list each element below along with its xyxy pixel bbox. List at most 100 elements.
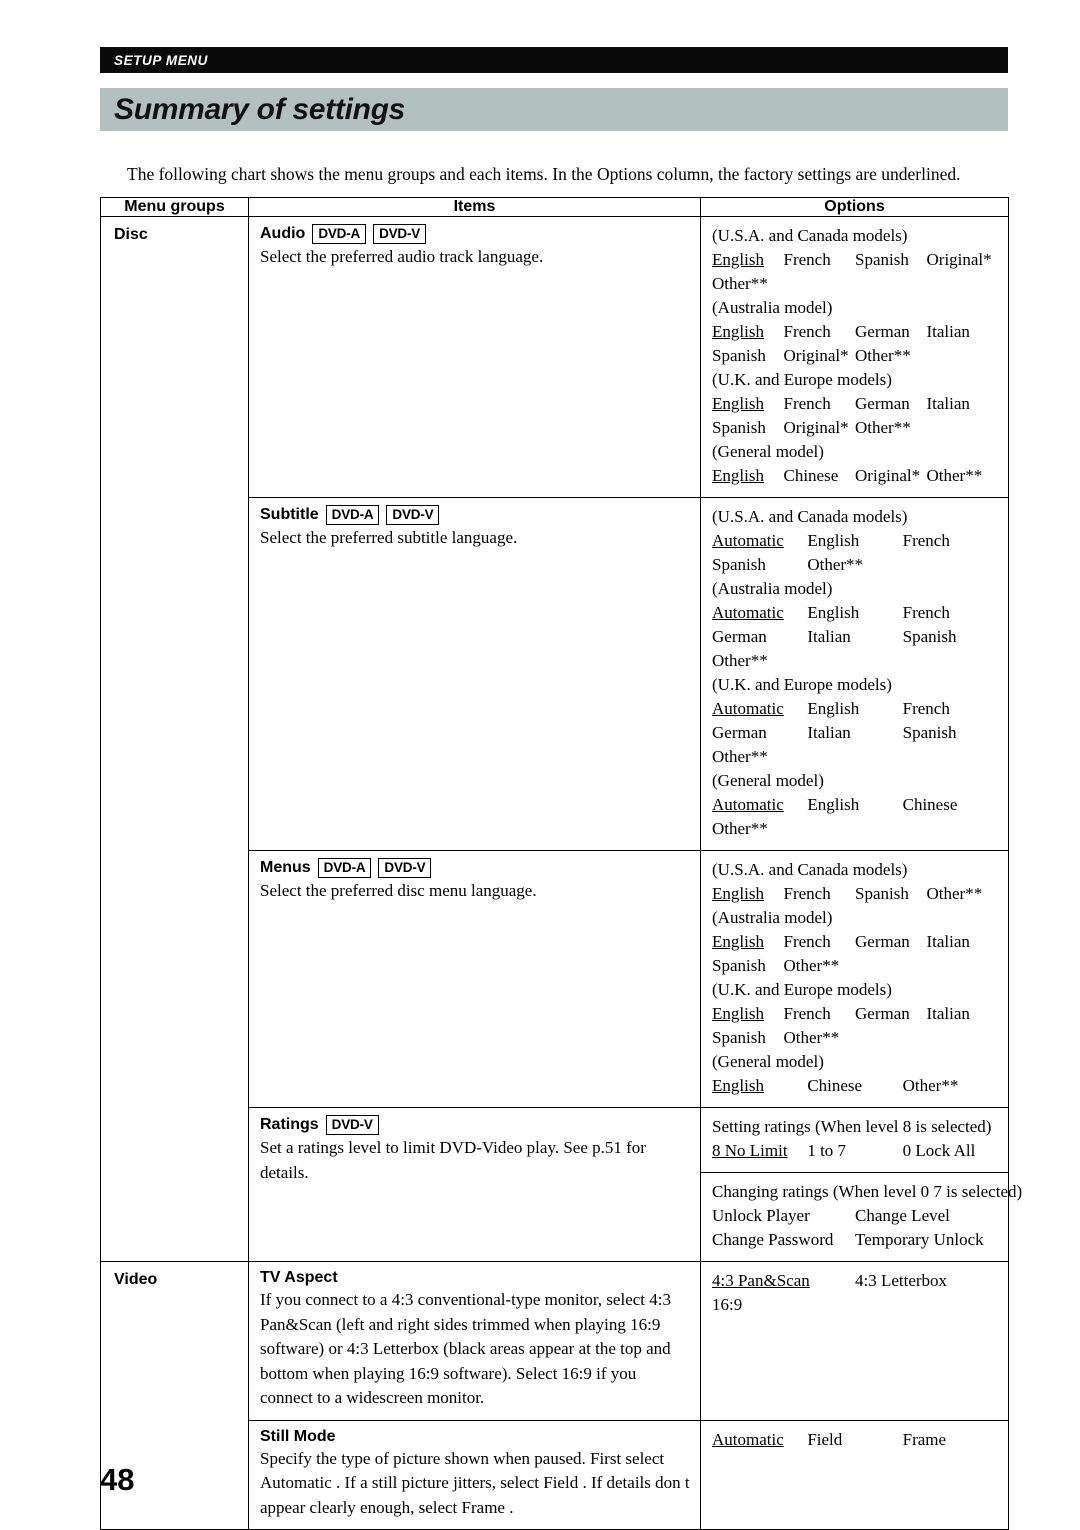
option-value: Other** (902, 1076, 959, 1095)
settings-summary-table: Menu groups Items Options Disc Audio DVD-A… (100, 197, 1023, 1530)
running-head-bar: SETUP MENU (100, 47, 1008, 73)
option-group-note: (Australia model) (712, 579, 833, 598)
option-value: Automatic (712, 699, 784, 718)
option-value: Spanish (712, 1028, 766, 1047)
item-description: Select the preferred audio track languag… (260, 247, 544, 266)
option-line: Other** (712, 817, 998, 841)
running-head-label: SETUP MENU (114, 52, 209, 68)
options-section: (U.S.A. and Canada models) English French S… (701, 217, 1008, 497)
items-cell: Still Mode Specify the type of picture sh… (248, 1419, 701, 1530)
option-value: French (783, 932, 831, 951)
option-line: English French Spanish Original* (712, 248, 998, 272)
option-group-note: (General model) (712, 771, 824, 790)
option-line: English Chinese Original* Other** (712, 464, 998, 488)
item-title: Still Mode (260, 1427, 336, 1445)
option-value: Original* (855, 466, 921, 485)
option-value: English (712, 1076, 764, 1095)
option-value: Change Password (712, 1230, 834, 1249)
page-number: 48 (100, 1462, 135, 1497)
option-value: German (855, 322, 910, 341)
format-badge-dvd-a: DVD-A (325, 505, 380, 525)
option-group-note: (Australia model) (712, 908, 833, 927)
items-cell: Menus DVD-A DVD-V Select the preferred disc… (248, 850, 701, 1108)
option-line: Spanish Other** (712, 1026, 998, 1050)
option-value: Spanish (855, 884, 909, 903)
option-line: Automatic English Chinese (712, 793, 998, 817)
option-value: Italian (926, 322, 970, 341)
item-title-row: Subtitle DVD-A DVD-V (260, 505, 690, 525)
options-section: Changing ratings (When level 0 7 is sele… (701, 1172, 1023, 1261)
intro-paragraph: The following chart shows the menu group… (127, 163, 961, 184)
option-value: Other** (712, 651, 768, 670)
items-cell: Audio DVD-A DVD-V Select the preferred audi… (248, 216, 701, 498)
option-value: Spanish (855, 250, 909, 269)
table-body: Disc Audio DVD-A DVD-V Select the preferred … (100, 216, 1023, 1530)
option-line: Change Password Temporary Unlock (712, 1228, 998, 1252)
format-badge-dvd-a: DVD-A (312, 224, 367, 244)
option-value: 1 to 7 (807, 1141, 847, 1160)
option-value: Other** (712, 819, 768, 838)
option-line: 8 No Limit 1 to 7 0 Lock All (712, 1139, 998, 1163)
option-value: Other** (855, 346, 911, 365)
menu-group-cell: Disc (100, 216, 249, 1262)
option-group-note: (Australia model) (712, 298, 833, 317)
column-header-menu-groups: Menu groups (100, 197, 249, 217)
option-value: French (783, 884, 831, 903)
option-group-note: (U.K. and Europe models) (712, 675, 892, 694)
option-value: Chinese (783, 466, 839, 485)
option-line: Spanish Other** (712, 553, 998, 577)
option-value: Other** (926, 884, 983, 903)
option-value: Italian (926, 1004, 970, 1023)
option-value: English (712, 394, 764, 413)
option-value: Other** (783, 956, 840, 975)
option-line: English Chinese Other** (712, 1074, 998, 1098)
option-value: Other** (712, 747, 768, 766)
option-value: Temporary Unlock (855, 1230, 984, 1249)
option-line: German Italian Spanish (712, 721, 998, 745)
option-value: German (712, 723, 767, 742)
option-value: French (902, 699, 950, 718)
option-line: English French Spanish Other** (712, 882, 998, 906)
table-header-row: Menu groups Items Options (100, 197, 1009, 217)
option-value: English (712, 884, 764, 903)
option-value: Original* (783, 346, 849, 365)
item-title-row: Menus DVD-A DVD-V (260, 858, 690, 878)
menu-group-name: Video (114, 1271, 158, 1288)
option-group-note: Changing ratings (When level 0 7 is sele… (712, 1182, 1023, 1201)
option-value: French (783, 1004, 831, 1023)
option-line: English French German Italian (712, 1002, 998, 1026)
options-cell: Setting ratings (When level 8 is selecte… (700, 1107, 1023, 1262)
option-value: Italian (926, 932, 970, 951)
page-title-band: Summary of settings (100, 88, 1008, 131)
option-value: Spanish (712, 418, 766, 437)
item-description: Select the preferred subtitle language. (260, 528, 518, 547)
column-header-options: Options (700, 197, 1009, 217)
option-value: Original* (926, 250, 992, 269)
item-title: Ratings (260, 1116, 319, 1133)
option-group-note: Setting ratings (When level 8 is selecte… (712, 1117, 992, 1136)
item-description: Select the preferred disc menu language. (260, 881, 537, 900)
option-line: Spanish Original* Other** (712, 416, 998, 440)
option-value: German (712, 627, 767, 646)
options-section: Automatic Field Frame (701, 1421, 1008, 1461)
format-badge-dvd-a: DVD-A (317, 858, 372, 878)
option-line: 16:9 (712, 1293, 998, 1317)
item-title-row: TV Aspect (260, 1269, 690, 1287)
option-value: Automatic (712, 795, 784, 814)
option-value: Original* (783, 418, 849, 437)
option-value: French (902, 531, 950, 550)
option-line: Automatic Field Frame (712, 1428, 998, 1452)
option-line: German Italian Spanish (712, 625, 998, 649)
option-value: English (712, 322, 764, 341)
format-badge-dvd-v: DVD-V (378, 858, 432, 878)
option-value: Automatic (712, 531, 784, 550)
option-value: Other** (855, 418, 911, 437)
option-line: English French German Italian (712, 320, 998, 344)
item-title-row: Ratings DVD-V (260, 1115, 690, 1135)
option-value: Other** (712, 274, 768, 293)
item-title: TV Aspect (260, 1269, 338, 1286)
page-title: Summary of settings (114, 92, 406, 126)
option-value: Chinese (807, 1076, 863, 1095)
option-value: French (902, 603, 950, 622)
option-value: 8 No Limit (712, 1141, 788, 1160)
